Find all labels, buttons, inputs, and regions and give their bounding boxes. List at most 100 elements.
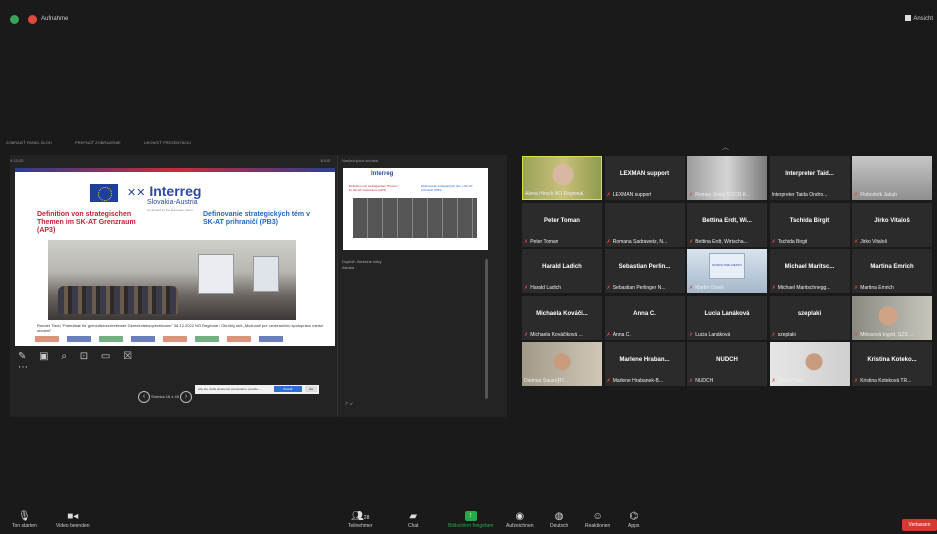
participant-logo: DOMOV PRE MESTO xyxy=(709,253,745,279)
previous-slide-icon[interactable]: ‹ xyxy=(138,391,150,403)
chat-button[interactable]: ▰ Chat xyxy=(408,511,419,529)
participant-name-label: ✗ NUDCH xyxy=(689,378,714,384)
mic-muted-icon: ✗ xyxy=(854,285,859,291)
gallery-scroll-up-icon[interactable]: ︿ xyxy=(722,142,729,152)
slide-navigation: ‹ Snímka 16 z 45 › xyxy=(138,391,193,405)
participant-name-label: ✗ Michael Maritschnegg... xyxy=(771,285,831,291)
presenter-timer-bar: 0:13:20 10:03 xyxy=(10,158,330,163)
participant-display-name: Anna C. xyxy=(633,310,656,317)
participant-tile[interactable]: Tschida Birgit ✗ Tschida Birgit xyxy=(769,202,850,247)
mic-muted-icon: ✗ xyxy=(854,192,859,198)
share-screen-button[interactable]: ↑ Bildschirm freigeben xyxy=(448,511,493,529)
next-slide-icon[interactable]: › xyxy=(180,391,193,403)
record-icon: ◉ xyxy=(515,511,525,522)
mic-muted-icon: ✗ xyxy=(606,285,611,291)
participant-tile[interactable]: ✗ Romana Sadrawetz, N... xyxy=(604,202,685,247)
participant-tile[interactable]: Lucia Lanáková ✗ Lucia Lanáková xyxy=(687,295,767,340)
mic-muted-icon: ✗ xyxy=(524,331,529,338)
participant-display-name: Sebastian Perlin... xyxy=(618,264,671,270)
participant-tile[interactable]: DOMOV PRE MESTO ✗ Martin Orsek xyxy=(687,249,767,293)
deny-button[interactable]: Nie xyxy=(305,386,317,392)
mic-muted-icon: ✗ xyxy=(771,331,776,338)
participant-tile[interactable]: ✗ Roman Jirsky KOCR K... xyxy=(687,156,767,200)
speaker-notes: Doplniť: Aleksine fotky Alenka xyxy=(342,259,382,270)
mic-muted-icon: ✗ xyxy=(689,192,694,198)
participant-tile[interactable]: NUDCH ✗ NUDCH xyxy=(687,342,767,386)
participants-button[interactable]: 👥︎28 Teilnehmer xyxy=(348,511,372,529)
participant-name-label: ✗ Martina Emrich xyxy=(854,285,894,291)
participant-tile[interactable]: Peter Toman ✗ Peter Toman xyxy=(522,202,602,247)
allow-button[interactable]: Povoliť xyxy=(274,386,302,392)
view-button[interactable]: Ansicht xyxy=(905,15,933,22)
permission-notification: Aby ste mohli spravovať prezentáciu, pov… xyxy=(195,385,319,394)
apps-icon: ⌬ xyxy=(629,511,639,522)
participant-name-label: ✗ Flobodník Jakub xyxy=(854,192,897,198)
recording-label: Aufnahme xyxy=(41,16,69,22)
font-size-controls[interactable]: ↗ ↙ xyxy=(344,401,354,407)
show-taskbar-button[interactable]: ZOBRAZIŤ PANEL ÚLOH xyxy=(6,140,52,145)
slide-tools[interactable]: ✎ ▣ ⌕ ⊡ ▭ ☒ ⋯ xyxy=(18,351,138,373)
participant-name-label: ✗ Sebastian Perlinger N... xyxy=(606,285,666,291)
notes-scrollbar[interactable] xyxy=(485,259,488,399)
participant-tile[interactable]: Anna C. ✗ Anna C. xyxy=(604,295,685,340)
mic-muted-icon: ✗ xyxy=(689,331,694,338)
next-slide-thumbnail[interactable]: Interreg Definition von strategischen Th… xyxy=(343,168,488,250)
participant-tile[interactable]: Jirko Vitaloš ✗ Jirko Vitaloš xyxy=(852,202,932,247)
participant-tile[interactable]: Sebastian Perlin... ✗ Sebastian Perlinger … xyxy=(604,249,685,293)
participant-tile[interactable]: Marlene Hraban... ✗ Marlene Hrabanek-B... xyxy=(604,342,685,386)
participant-tile[interactable]: Michaela Kováči... ✗ Michaela Kováčiková .… xyxy=(522,295,602,340)
participant-tile[interactable]: szeplaki ✗ szeplaki xyxy=(769,295,850,340)
recording-icon[interactable] xyxy=(28,15,37,24)
participant-display-name: Michaela Kováči... xyxy=(536,310,588,317)
participant-tile[interactable]: Martina Emrich ✗ Martina Emrich xyxy=(852,249,932,293)
participant-name-label: Interpreter Taida Ondro... xyxy=(771,192,828,198)
participant-display-name: Kristina Koteko... xyxy=(867,357,917,363)
participant-display-name: Jirko Vitaloš xyxy=(874,217,910,224)
participant-tile[interactable]: ✗ Mikosová Ingrid, SZS ... xyxy=(852,295,932,340)
participant-tile[interactable]: ✗ Martin Hara xyxy=(769,342,850,386)
mic-muted-icon: ✗ xyxy=(854,331,859,338)
participant-name-label: ✗ Mikosová Ingrid, SZS ... xyxy=(854,331,914,338)
presenter-toolbar: ZOBRAZIŤ PANEL ÚLOH PREPNÚŤ ZOBRAZENIE U… xyxy=(6,140,502,154)
participant-name-label: Alena Hirsch NÖ.Regional xyxy=(525,191,584,197)
security-shield-icon[interactable] xyxy=(10,15,19,24)
slide-title-sk: Definovanie strategických tém v SK-AT pr… xyxy=(203,211,310,227)
microphone-muted-icon: 🎙︎ xyxy=(18,511,31,522)
participant-display-name: Lucia Lanáková xyxy=(704,310,750,317)
apps-button[interactable]: ⌬ Apps xyxy=(628,511,639,529)
reactions-button[interactable]: ☺ Reaktionen xyxy=(585,511,610,529)
participant-tile[interactable]: Dietmar Sauer(RT... xyxy=(522,342,602,386)
mic-muted-icon: ✗ xyxy=(854,238,859,245)
participant-tile[interactable]: ✗ Flobodník Jakub xyxy=(852,156,932,200)
participant-name-label: ✗ Michaela Kováčiková ... xyxy=(524,331,583,338)
mic-muted-icon: ✗ xyxy=(524,285,529,291)
cofunded-text: Co-funded by the European Union xyxy=(147,208,193,212)
mic-muted-icon: ✗ xyxy=(689,285,694,291)
video-button[interactable]: ■◂ Video beenden xyxy=(56,511,90,529)
participant-display-name: NUDCH xyxy=(716,357,738,363)
end-presentation-button[interactable]: UKONČIŤ PREZENTÁCIU xyxy=(144,140,191,145)
participant-tile[interactable]: Kristina Koteko... ✗ Kristina Koteková TR.… xyxy=(852,342,932,386)
record-button[interactable]: ◉ Aufzeichnen xyxy=(506,511,534,529)
slide-counter: Snímka 16 z 45 xyxy=(151,394,179,400)
audio-button[interactable]: 🎙︎ Ton starten xyxy=(12,511,37,529)
participant-tile[interactable]: Interpreter Taid... Interpreter Taida Ond… xyxy=(769,156,850,200)
participant-tile[interactable]: Bettina Erdt, Wi... ✗ Bettina Erdt, Wirtsc… xyxy=(687,202,767,247)
participant-tile[interactable]: Alena Hirsch NÖ.Regional xyxy=(522,156,602,200)
shared-screen: 0:13:20 10:03 ✕✕ Interreg Slovakia-Austr… xyxy=(10,155,507,417)
participant-name-label: ✗ Bettina Erdt, Wirtscha... xyxy=(689,238,748,245)
participant-tile[interactable]: Harald Ladich ✗ Harald Ladich xyxy=(522,249,602,293)
next-slide-panel: Nasledujúca snímka Interreg Definition v… xyxy=(337,155,507,417)
leave-button[interactable]: Verlassen xyxy=(902,519,937,531)
mic-muted-icon: ✗ xyxy=(606,192,611,198)
participant-display-name: Interpreter Taid... xyxy=(785,171,834,177)
participants-icon: 👥︎28 xyxy=(351,511,370,522)
mic-muted-icon: ✗ xyxy=(771,238,776,245)
next-slide-label: Nasledujúca snímka xyxy=(342,158,379,163)
mic-muted-icon: ✗ xyxy=(854,378,859,384)
view-icon xyxy=(905,15,912,21)
switch-view-button[interactable]: PREPNÚŤ ZOBRAZENIE xyxy=(75,140,121,145)
translation-button[interactable]: ◍ Deutsch xyxy=(550,511,568,529)
participant-tile[interactable]: Michael Maritsc... ✗ Michael Maritschnegg.… xyxy=(769,249,850,293)
participant-tile[interactable]: LEXMAN support ✗ LEXMAN support xyxy=(604,156,685,200)
